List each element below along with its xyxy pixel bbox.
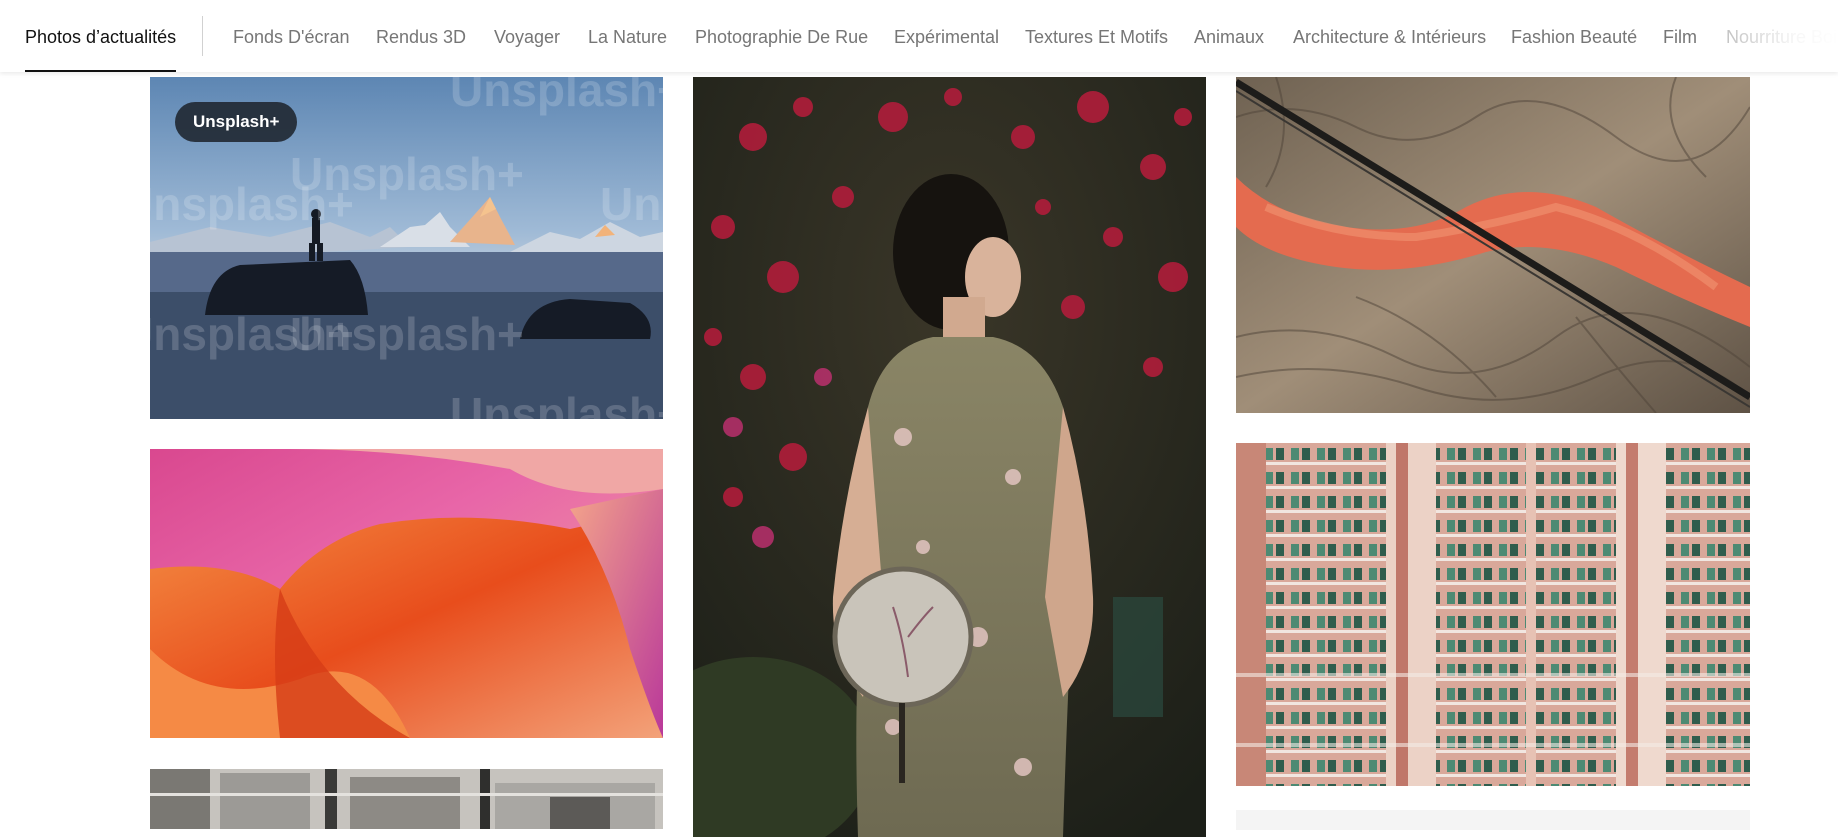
tab-animaux[interactable]: Animaux bbox=[1194, 0, 1264, 72]
tab-photographie-de-rue[interactable]: Photographie De Rue bbox=[695, 0, 868, 72]
tab-fashion-beaute[interactable]: Fashion Beauté bbox=[1511, 0, 1637, 72]
aerial-image bbox=[1236, 77, 1750, 413]
photo-woman-qipao[interactable] bbox=[693, 77, 1206, 837]
tab-textures-et-motifs[interactable]: Textures Et Motifs bbox=[1025, 0, 1168, 72]
photo-apartment-tower[interactable] bbox=[1236, 443, 1750, 786]
woman-image bbox=[693, 77, 1206, 837]
tab-nourriture-boisson[interactable]: Nourriture Boisson bbox=[1726, 0, 1838, 72]
topic-navigation: Photos d’actualités Fonds D'écran Rendus… bbox=[0, 0, 1838, 72]
tab-experimental[interactable]: Expérimental bbox=[894, 0, 999, 72]
photo-abstract-waves[interactable] bbox=[150, 449, 663, 738]
tab-rendus-3d[interactable]: Rendus 3D bbox=[376, 0, 466, 72]
next-image bbox=[1236, 810, 1750, 830]
photo-aerial-river[interactable] bbox=[1236, 77, 1750, 413]
balconies-image bbox=[150, 769, 663, 829]
tab-fonds-ecran[interactable]: Fonds D'écran bbox=[233, 0, 350, 72]
unsplash-plus-badge[interactable]: Unsplash+ bbox=[175, 102, 298, 142]
photo-apartment-balconies[interactable] bbox=[150, 769, 663, 829]
photo-mountain-silhouette[interactable]: Unsplash+ Unsplash+ Unsplash+ Unsplash+ … bbox=[150, 77, 663, 419]
tower-image bbox=[1236, 443, 1750, 786]
tab-photos-actualites[interactable]: Photos d’actualités bbox=[25, 0, 177, 72]
tab-voyager[interactable]: Voyager bbox=[494, 0, 560, 72]
abstract-image bbox=[150, 449, 663, 738]
tab-architecture-interieurs[interactable]: Architecture & Intérieurs bbox=[1293, 0, 1486, 72]
photo-next-item[interactable] bbox=[1236, 810, 1750, 830]
tab-la-nature[interactable]: La Nature bbox=[588, 0, 667, 72]
nav-divider bbox=[202, 16, 203, 56]
tab-film[interactable]: Film bbox=[1663, 0, 1697, 72]
